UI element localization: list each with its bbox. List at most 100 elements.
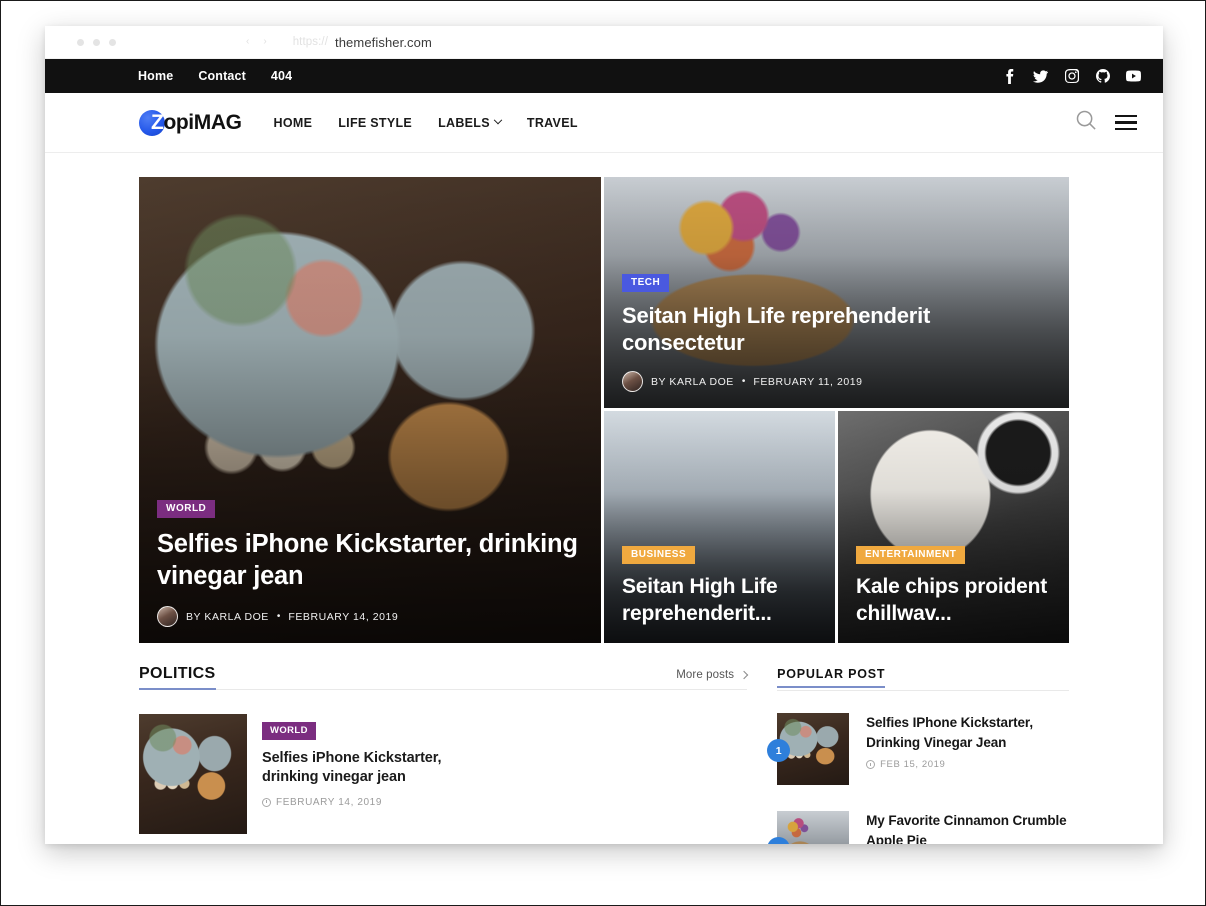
maximize-window-dot[interactable] (109, 38, 116, 46)
logo-letter-z: Z (151, 110, 164, 134)
chevron-right-icon (739, 670, 749, 680)
hamburger-line (1115, 121, 1137, 124)
nav-item-home[interactable]: HOME (274, 116, 313, 130)
screenshot-root: ‹ › https:// themefisher.com Home Contac… (0, 0, 1206, 906)
instagram-icon[interactable] (1064, 69, 1079, 84)
twitter-icon[interactable] (1033, 69, 1048, 84)
post-title[interactable]: My Favorite Cinnamon Crumble Apple Pie (866, 811, 1069, 844)
facebook-icon[interactable] (1002, 68, 1017, 84)
close-window-dot[interactable] (77, 38, 84, 46)
forward-arrow-icon[interactable]: › (263, 37, 266, 47)
featured-article-title[interactable]: Selfies iPhone Kickstarter, drinking vin… (157, 528, 583, 592)
secondary-article-card[interactable]: TECH Seitan High Life reprehenderit cons… (604, 177, 1069, 408)
hamburger-line (1115, 127, 1137, 131)
politics-section-title: POLITICS (139, 665, 216, 690)
post-date-text: FEBRUARY 14, 2019 (276, 796, 382, 808)
featured-article-card[interactable]: WORLD Selfies iPhone Kickstarter, drinki… (139, 177, 601, 643)
nav-actions (1075, 109, 1137, 137)
clock-icon (866, 760, 876, 770)
hamburger-line (1115, 114, 1137, 118)
clock-icon (262, 797, 271, 807)
popular-thumb-wrapper: 2 (767, 811, 850, 844)
window-traffic-lights (77, 38, 116, 46)
post-date: FEBRUARY 14, 2019 (262, 797, 444, 808)
category-badge-business[interactable]: BUSINESS (622, 546, 696, 565)
github-icon[interactable] (1095, 69, 1110, 84)
utility-topbar: Home Contact 404 (45, 59, 1163, 93)
logo-rest-text: opiMAG (163, 110, 242, 134)
small-article-body: ENTERTAINMENT Kale chips proident chillw… (838, 544, 1069, 643)
post-thumbnail[interactable] (777, 811, 850, 844)
small-article-title[interactable]: Seitan High Life reprehenderit... (622, 574, 817, 627)
post-title[interactable]: Selfies IPhone Kickstarter, Drinking Vin… (866, 713, 1069, 752)
post-info: WORLD Selfies iPhone Kickstarter, drinki… (262, 714, 444, 834)
secondary-article-meta: BY KARLA DOE • FEBRUARY 11, 2019 (622, 371, 1051, 392)
topbar-link-404[interactable]: 404 (271, 69, 292, 83)
hero-small-cards-row: BUSINESS Seitan High Life reprehenderit.… (604, 411, 1069, 643)
category-badge-tech[interactable]: TECH (622, 273, 670, 292)
small-article-title[interactable]: Kale chips proident chillwav... (856, 574, 1051, 627)
list-item[interactable]: WORLD Selfies iPhone Kickstarter, drinki… (139, 714, 444, 834)
popular-post-list: 1 Selfies IPhone Kickstarter, Drinking V… (767, 713, 1069, 844)
sidebar: POPULAR POST 1 Selfies IPhone Kickstarte… (767, 665, 1069, 844)
chevron-down-icon (493, 115, 503, 124)
list-item[interactable]: 2 My Favorite Cinnamon Crumble Apple Pie (767, 811, 1069, 844)
author-name: BY KARLA DOE (186, 610, 269, 623)
nav-item-labels[interactable]: LABELS (438, 115, 503, 130)
post-date: FEB 15, 2019 (866, 759, 1069, 770)
popular-post-info: Selfies IPhone Kickstarter, Drinking Vin… (866, 713, 1069, 785)
back-arrow-icon[interactable]: ‹ (246, 37, 249, 47)
nav-item-travel-label: TRAVEL (526, 115, 578, 130)
social-links (1002, 68, 1141, 84)
more-posts-link[interactable]: More posts (676, 669, 749, 682)
hamburger-icon[interactable] (1115, 114, 1137, 131)
list-item[interactable]: 1 Selfies IPhone Kickstarter, Drinking V… (767, 713, 1069, 785)
author-avatar (157, 606, 178, 627)
youtube-icon[interactable] (1126, 69, 1141, 84)
rank-badge: 1 (767, 739, 791, 762)
nav-item-life-style[interactable]: LIFE STYLE (338, 116, 412, 130)
nav-item-life-style-label: LIFE STYLE (338, 115, 413, 130)
topbar-link-contact[interactable]: Contact (198, 69, 246, 83)
primary-nav-links: HOME LIFE STYLE LABELS TRAVEL (274, 115, 578, 130)
politics-post-grid: WORLD Selfies iPhone Kickstarter, drinki… (139, 714, 747, 844)
nav-item-travel[interactable]: TRAVEL (527, 116, 578, 130)
browser-chrome-bar: ‹ › https:// themefisher.com (45, 26, 1163, 59)
meta-separator: • (741, 376, 746, 387)
url-scheme-text: https:// (292, 36, 329, 48)
politics-column: POLITICS More posts WORLD Selfies iPhone… (139, 665, 749, 844)
post-date-text: FEB 15, 2019 (880, 759, 946, 771)
topbar-link-home[interactable]: Home (138, 69, 173, 83)
author-avatar (622, 371, 643, 392)
content-section: POLITICS More posts WORLD Selfies iPhone… (45, 643, 1163, 844)
category-badge-entertainment[interactable]: ENTERTAINMENT (856, 546, 966, 565)
small-article-card-business[interactable]: BUSINESS Seitan High Life reprehenderit.… (604, 411, 835, 643)
post-thumbnail[interactable] (139, 714, 247, 834)
popular-post-title: POPULAR POST (777, 667, 886, 688)
publish-date: FEBRUARY 11, 2019 (753, 375, 863, 388)
browser-window: ‹ › https:// themefisher.com Home Contac… (45, 26, 1163, 844)
browser-nav-arrows: ‹ › (246, 37, 267, 47)
small-article-card-entertainment[interactable]: ENTERTAINMENT Kale chips proident chillw… (838, 411, 1069, 643)
url-domain-text[interactable]: themefisher.com (335, 35, 432, 50)
category-badge-world[interactable]: WORLD (262, 722, 316, 740)
small-article-body: BUSINESS Seitan High Life reprehenderit.… (604, 544, 835, 643)
hero-section: WORLD Selfies iPhone Kickstarter, drinki… (45, 153, 1163, 643)
more-posts-label: More posts (676, 669, 735, 681)
secondary-article-body: TECH Seitan High Life reprehenderit cons… (604, 272, 1069, 408)
category-badge-world[interactable]: WORLD (157, 499, 216, 518)
meta-separator: • (276, 611, 281, 622)
utility-nav: Home Contact 404 (138, 69, 292, 83)
site-logo[interactable]: ZopiMAG (139, 109, 242, 136)
minimize-window-dot[interactable] (93, 38, 100, 46)
featured-article-body: WORLD Selfies iPhone Kickstarter, drinki… (139, 498, 601, 643)
nav-item-home-label: HOME (273, 115, 313, 130)
secondary-article-title[interactable]: Seitan High Life reprehenderit consectet… (622, 302, 1051, 357)
nav-item-labels-label: LABELS (438, 115, 490, 130)
logo-text: ZopiMAG (151, 111, 242, 135)
search-icon[interactable] (1075, 109, 1098, 137)
post-title[interactable]: Selfies iPhone Kickstarter, drinking vin… (262, 749, 444, 788)
politics-section-header: POLITICS More posts (139, 665, 749, 690)
main-navigation: ZopiMAG HOME LIFE STYLE LABELS TRAVEL (45, 93, 1163, 153)
popular-post-info: My Favorite Cinnamon Crumble Apple Pie (866, 811, 1069, 844)
